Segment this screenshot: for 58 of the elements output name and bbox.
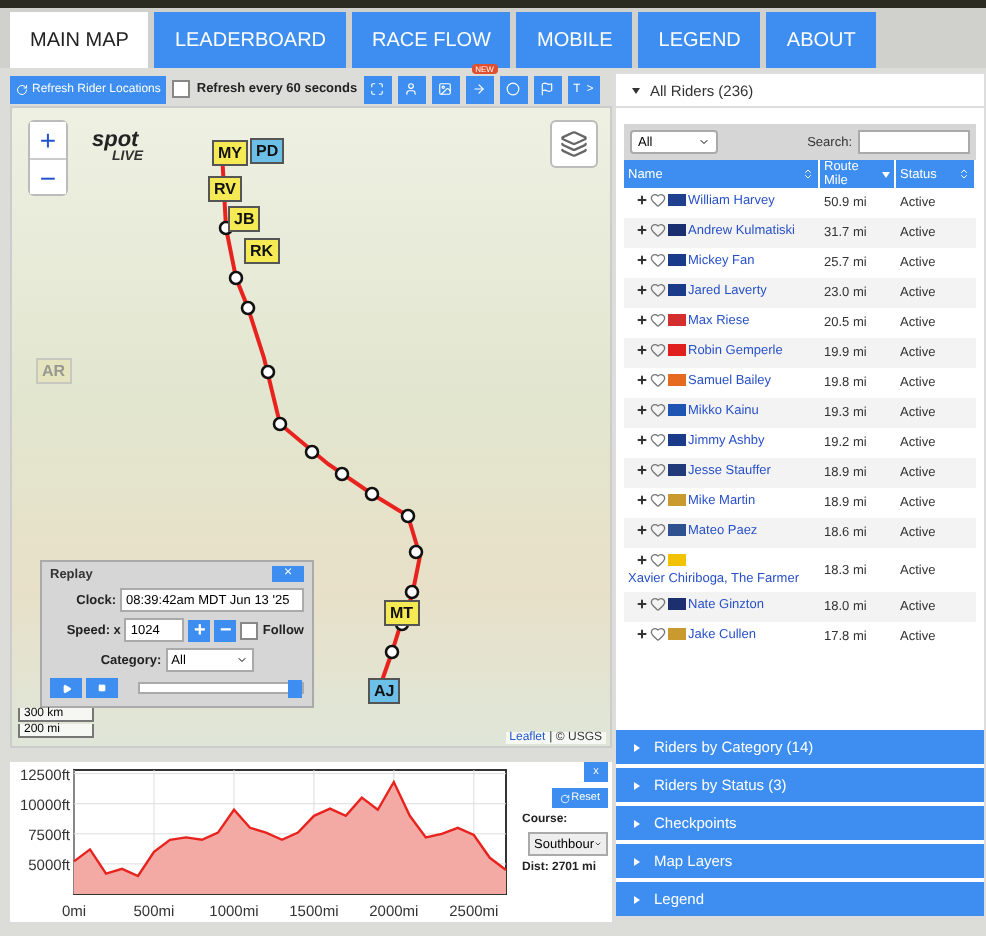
toolbar-button[interactable] [533, 75, 562, 103]
arrow-right-icon [472, 82, 487, 96]
decrease-button[interactable]: − [214, 619, 237, 641]
slider-thumb[interactable] [288, 680, 302, 698]
replay-slider[interactable] [138, 682, 304, 694]
layers-icon [560, 130, 588, 158]
nav-tab[interactable]: MOBILE [516, 12, 633, 68]
toolbar-button[interactable] [431, 75, 460, 103]
plus-icon[interactable] [636, 284, 648, 297]
refresh-icon [16, 83, 28, 95]
image-icon [438, 82, 453, 96]
plus-icon[interactable] [636, 598, 648, 611]
chevron-down-icon [235, 654, 248, 666]
rider-marker[interactable]: PD [250, 138, 285, 164]
rider-marker[interactable]: MT [384, 600, 420, 626]
nav-tab[interactable]: ABOUT [766, 12, 876, 68]
flag-icon [540, 82, 555, 96]
plus-icon[interactable] [636, 344, 648, 357]
layers-button[interactable] [550, 120, 598, 168]
plus-icon[interactable] [636, 314, 648, 327]
play-button[interactable] [50, 678, 82, 698]
nav-tab[interactable]: LEGEND [638, 12, 761, 68]
nav-tab[interactable]: LEADERBOARD [154, 12, 347, 68]
chevron-down-icon [698, 136, 710, 148]
refresh-icon [559, 793, 570, 803]
checkbox[interactable] [172, 80, 191, 98]
rider-marker[interactable]: RK [244, 238, 280, 264]
plus-icon[interactable] [636, 434, 648, 447]
circle-icon [506, 82, 521, 96]
person-icon [404, 82, 419, 96]
zoom-out-button[interactable]: − [30, 158, 66, 194]
plus-icon[interactable] [636, 554, 648, 567]
plus-icon[interactable] [636, 404, 648, 417]
plus-icon[interactable] [636, 494, 648, 507]
rider-marker[interactable]: MY [212, 140, 248, 166]
increase-button[interactable]: + [188, 619, 211, 641]
toolbar-button[interactable] [363, 75, 392, 103]
nav-tab[interactable]: RACE FLOW [352, 12, 511, 68]
play-icon [61, 683, 71, 693]
plus-icon[interactable] [636, 524, 648, 537]
toolbar-button[interactable] [397, 75, 426, 103]
nav-tab[interactable]: MAIN MAP [10, 12, 149, 68]
toolbar-button[interactable] [499, 75, 528, 103]
rider-marker[interactable]: RV [208, 176, 242, 202]
search-field[interactable] [858, 130, 970, 154]
plus-icon[interactable] [636, 224, 648, 237]
expand-icon [370, 82, 385, 96]
stop-button[interactable] [86, 678, 118, 698]
plus-icon[interactable] [636, 464, 648, 477]
plus-icon[interactable] [636, 628, 648, 641]
rider-marker[interactable]: JB [228, 206, 261, 232]
stop-icon [98, 684, 106, 692]
checkbox[interactable] [240, 621, 259, 639]
plus-icon[interactable] [636, 194, 648, 207]
rider-marker[interactable]: AJ [368, 678, 401, 704]
plus-icon[interactable] [636, 254, 648, 267]
sort-icon [882, 171, 890, 177]
plus-icon[interactable] [636, 374, 648, 387]
